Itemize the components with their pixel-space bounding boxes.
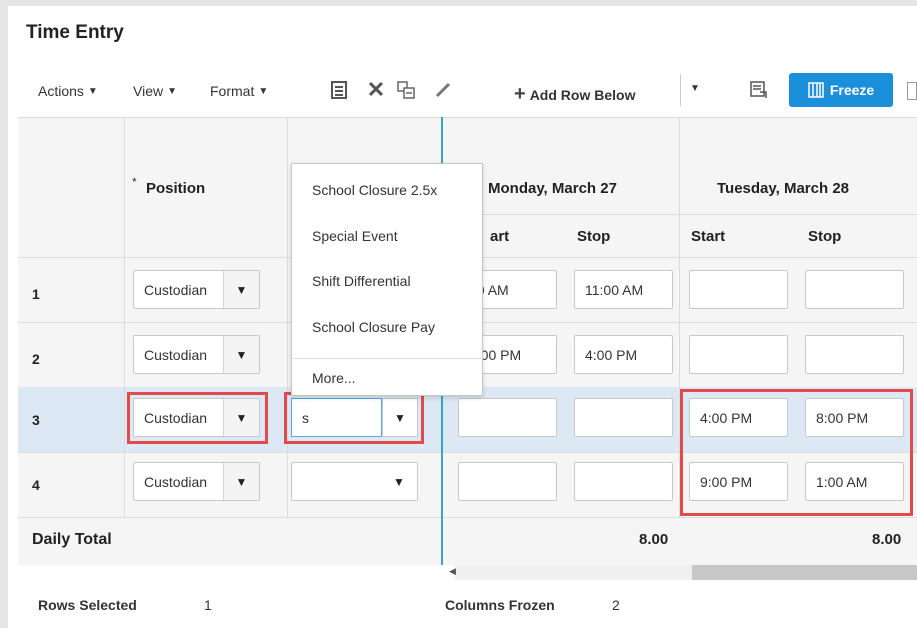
dropdown-divider xyxy=(293,358,483,359)
time-type-combobox[interactable]: ▼ xyxy=(291,462,418,501)
tuesday-start-input[interactable] xyxy=(689,335,788,374)
time-entry-page: Time Entry Actions ▼ View ▼ Format ▼ ✕ +… xyxy=(0,0,917,628)
add-row-options-button[interactable]: ▼ xyxy=(690,83,700,94)
daily-total-label: Daily Total xyxy=(32,531,112,548)
dropdown-item[interactable]: School Closure 2.5x xyxy=(312,182,437,198)
add-row-below-button[interactable]: + Add Row Below xyxy=(514,83,635,106)
scrollbar-thumb[interactable] xyxy=(692,565,917,580)
monday-stop-input[interactable]: 4:00 PM xyxy=(574,335,673,374)
position-value: Custodian xyxy=(144,346,208,363)
position-value: Custodian xyxy=(144,281,208,298)
partial-icon[interactable] xyxy=(907,82,917,100)
grid-line xyxy=(287,117,288,517)
monday-stop-input[interactable] xyxy=(574,462,673,501)
monday-stop-input[interactable]: 11:00 AM xyxy=(574,270,673,309)
caret-down-icon: ▼ xyxy=(690,83,700,94)
rows-selected-value: 1 xyxy=(204,597,212,613)
freeze-label: Freeze xyxy=(829,82,875,98)
position-value: Custodian xyxy=(144,473,208,490)
position-header: Position xyxy=(146,180,206,197)
tuesday-start-input[interactable] xyxy=(689,270,788,309)
chevron-down-icon[interactable]: ▼ xyxy=(223,336,259,373)
highlight-tuesday-times xyxy=(680,389,913,516)
chevron-down-icon[interactable]: ▼ xyxy=(381,463,417,500)
day1-stop-header: Stop xyxy=(577,228,611,245)
delete-icon[interactable]: ✕ xyxy=(365,77,387,102)
columns-frozen-value: 2 xyxy=(612,597,620,613)
row-number: 3 xyxy=(32,412,40,428)
row-number: 4 xyxy=(32,477,40,493)
highlight-position xyxy=(127,392,268,444)
caret-down-icon: ▼ xyxy=(258,85,269,97)
day2-header: Tuesday, March 28 xyxy=(717,180,849,197)
monday-stop-input[interactable] xyxy=(574,398,673,437)
format-menu[interactable]: Format ▼ xyxy=(210,83,268,99)
grid-line xyxy=(18,517,917,518)
format-label: Format xyxy=(210,83,255,99)
caret-down-icon: ▼ xyxy=(87,85,98,97)
export-icon[interactable] xyxy=(748,79,770,101)
daily-total-tuesday: 8.00 xyxy=(872,531,902,548)
dropdown-item[interactable]: School Closure Pay xyxy=(312,319,435,335)
grid-line xyxy=(124,117,125,517)
top-border xyxy=(0,0,917,6)
dropdown-item[interactable]: Shift Differential xyxy=(312,273,411,289)
grid-line xyxy=(18,117,917,118)
left-border xyxy=(0,0,8,628)
monday-start-input[interactable] xyxy=(458,462,557,501)
caret-down-icon: ▼ xyxy=(167,85,177,97)
rows-selected-label: Rows Selected xyxy=(38,597,137,613)
row-number: 1 xyxy=(32,286,40,302)
view-menu[interactable]: View ▼ xyxy=(133,83,177,99)
freeze-button[interactable]: Freeze xyxy=(789,73,893,107)
scroll-left-icon[interactable]: ◀ xyxy=(449,566,456,577)
actions-label: Actions xyxy=(38,83,84,99)
page-title: Time Entry xyxy=(26,22,124,43)
chevron-down-icon[interactable]: ▼ xyxy=(223,271,259,308)
plus-icon: + xyxy=(514,83,526,105)
day2-start-header: Start xyxy=(691,228,726,245)
freeze-columns-icon xyxy=(808,82,824,98)
detach-icon[interactable] xyxy=(328,79,350,101)
dropdown-item[interactable]: Special Event xyxy=(312,228,398,244)
split-icon[interactable] xyxy=(395,79,417,101)
dropdown-more-link[interactable]: More... xyxy=(312,370,356,386)
day2-stop-header: Stop xyxy=(808,228,842,245)
columns-frozen-label: Columns Frozen xyxy=(445,597,555,613)
view-label: View xyxy=(133,83,164,99)
row-number: 2 xyxy=(32,351,40,367)
grid-line xyxy=(443,214,917,215)
highlight-type xyxy=(284,392,424,444)
time-type-dropdown: School Closure 2.5x Special Event Shift … xyxy=(291,163,483,396)
actions-menu[interactable]: Actions ▼ xyxy=(38,83,98,99)
day1-start-header: art xyxy=(490,228,510,245)
monday-start-input[interactable] xyxy=(458,398,557,437)
tuesday-stop-input[interactable] xyxy=(805,270,904,309)
toolbar-divider xyxy=(680,74,681,106)
pencil-icon[interactable] xyxy=(432,79,454,101)
position-select[interactable]: Custodian ▼ xyxy=(133,270,260,309)
position-select[interactable]: Custodian ▼ xyxy=(133,335,260,374)
add-row-below-label: Add Row Below xyxy=(529,86,636,103)
daily-total-monday: 8.00 xyxy=(639,531,669,548)
required-marker: * xyxy=(132,175,137,189)
day1-header: Monday, March 27 xyxy=(488,180,617,197)
chevron-down-icon[interactable]: ▼ xyxy=(223,463,259,500)
position-select[interactable]: Custodian ▼ xyxy=(133,462,260,501)
tuesday-stop-input[interactable] xyxy=(805,335,904,374)
